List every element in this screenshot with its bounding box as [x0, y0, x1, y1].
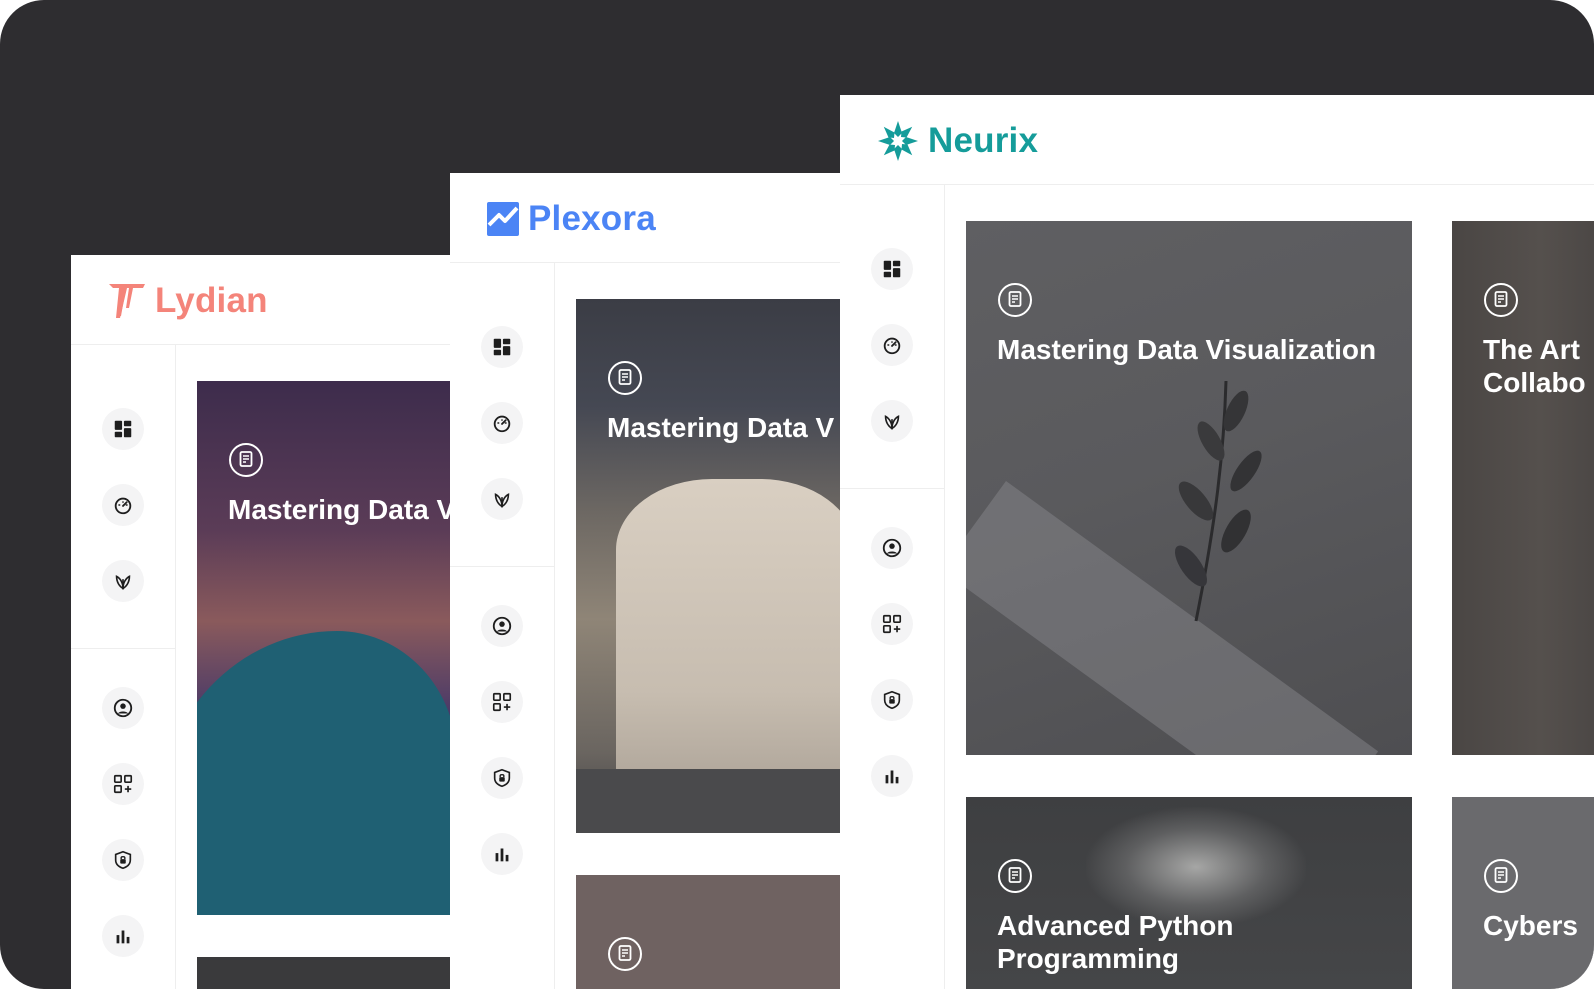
course-card[interactable]	[576, 875, 850, 989]
nav-gauge-button[interactable]	[481, 402, 523, 444]
nav-add-app-button[interactable]	[481, 681, 523, 723]
sidebar-divider	[71, 648, 175, 649]
nav-analytics-button[interactable]	[102, 915, 144, 957]
dashboard-icon	[493, 338, 511, 356]
shield-lock-icon	[493, 768, 511, 788]
gauge-icon	[493, 415, 511, 433]
neurix-brand-name: Neurix	[928, 121, 1039, 160]
backdrop: Lydian Mastering Data V Plexora Masterin…	[0, 0, 1594, 989]
course-card[interactable]: Cybers	[1452, 797, 1594, 989]
nav-security-button[interactable]	[871, 679, 913, 721]
lydian-logo-icon	[109, 284, 145, 318]
nav-plant-button[interactable]	[871, 400, 913, 442]
dashboard-icon	[114, 420, 132, 438]
nav-plant-button[interactable]	[102, 560, 144, 602]
nav-profile-button[interactable]	[871, 527, 913, 569]
nav-gauge-button[interactable]	[871, 324, 913, 366]
nav-profile-button[interactable]	[481, 605, 523, 647]
document-icon	[1483, 282, 1519, 318]
lydian-brand[interactable]: Lydian	[107, 281, 268, 321]
nav-add-app-button[interactable]	[102, 763, 144, 805]
user-circle-icon	[882, 538, 902, 558]
document-icon	[997, 282, 1033, 318]
nav-analytics-button[interactable]	[871, 755, 913, 797]
plexora-brand[interactable]: Plexora	[486, 199, 656, 239]
nav-add-app-button[interactable]	[871, 603, 913, 645]
plexora-brand-name: Plexora	[528, 199, 656, 238]
course-card[interactable]: Advanced Python Programming	[966, 797, 1412, 989]
nav-dashboard-button[interactable]	[871, 248, 913, 290]
nav-security-button[interactable]	[102, 839, 144, 881]
course-card[interactable]: The Art Collabo	[1452, 221, 1594, 755]
nav-dashboard-button[interactable]	[481, 326, 523, 368]
leaf-shape	[1166, 371, 1286, 631]
wave-shape	[197, 631, 457, 915]
neurix-header: Neurix	[840, 95, 1594, 185]
neurix-brand[interactable]: Neurix	[876, 121, 1038, 161]
course-title: Mastering Data V	[228, 494, 456, 525]
neurix-sidebar	[840, 185, 945, 989]
document-icon	[607, 360, 643, 396]
gauge-icon	[114, 497, 132, 515]
add-app-icon	[492, 692, 512, 712]
nav-dashboard-button[interactable]	[102, 408, 144, 450]
plexora-window: Plexora Mastering Data V	[450, 173, 850, 989]
course-card[interactable]: Mastering Data V	[197, 381, 471, 915]
shield-lock-icon	[114, 850, 132, 870]
course-title-line: Collabo	[1483, 367, 1586, 398]
document-icon	[607, 936, 643, 972]
sidebar-divider	[450, 566, 554, 567]
add-app-icon	[882, 614, 902, 634]
document-icon	[997, 858, 1033, 894]
lydian-brand-name: Lydian	[155, 281, 268, 320]
nav-profile-button[interactable]	[102, 687, 144, 729]
sidebar-divider	[840, 488, 944, 489]
plant-icon	[884, 415, 900, 430]
course-title: Mastering Data V	[607, 412, 835, 443]
lydian-sidebar	[71, 345, 176, 989]
document-icon	[1483, 858, 1519, 894]
course-card[interactable]: Mastering Data V	[576, 299, 850, 833]
document-icon	[228, 442, 264, 478]
nav-analytics-button[interactable]	[481, 833, 523, 875]
course-card[interactable]	[197, 957, 471, 989]
plant-icon	[494, 493, 510, 508]
lydian-header: Lydian	[71, 255, 471, 345]
nav-security-button[interactable]	[481, 757, 523, 799]
course-card[interactable]: Mastering Data Visualization	[966, 221, 1412, 755]
gauge-icon	[883, 337, 901, 355]
plant-icon	[115, 575, 131, 590]
course-title-line: The Art	[1483, 334, 1580, 365]
lydian-window: Lydian Mastering Data V	[71, 255, 471, 989]
course-title-line: Advanced Python	[997, 910, 1234, 941]
plexora-logo-icon	[487, 202, 519, 236]
course-title: Cybers	[1483, 910, 1578, 941]
dashboard-icon	[883, 260, 901, 278]
nav-gauge-button[interactable]	[102, 484, 144, 526]
user-circle-icon	[492, 616, 512, 636]
bar-chart-icon	[116, 930, 130, 944]
plexora-header: Plexora	[450, 173, 850, 263]
nav-plant-button[interactable]	[481, 478, 523, 520]
bar-chart-icon	[495, 848, 509, 862]
add-app-icon	[113, 774, 133, 794]
shield-lock-icon	[883, 690, 901, 710]
floor-shape	[576, 769, 850, 833]
bar-chart-icon	[885, 770, 899, 784]
user-circle-icon	[113, 698, 133, 718]
course-title-line: Programming	[997, 943, 1180, 974]
course-title: Mastering Data Visualization	[997, 334, 1377, 365]
neurix-logo-icon	[878, 121, 918, 161]
neurix-window: Neurix Mastering Data Visualization The …	[840, 95, 1594, 989]
plexora-sidebar	[450, 263, 555, 989]
